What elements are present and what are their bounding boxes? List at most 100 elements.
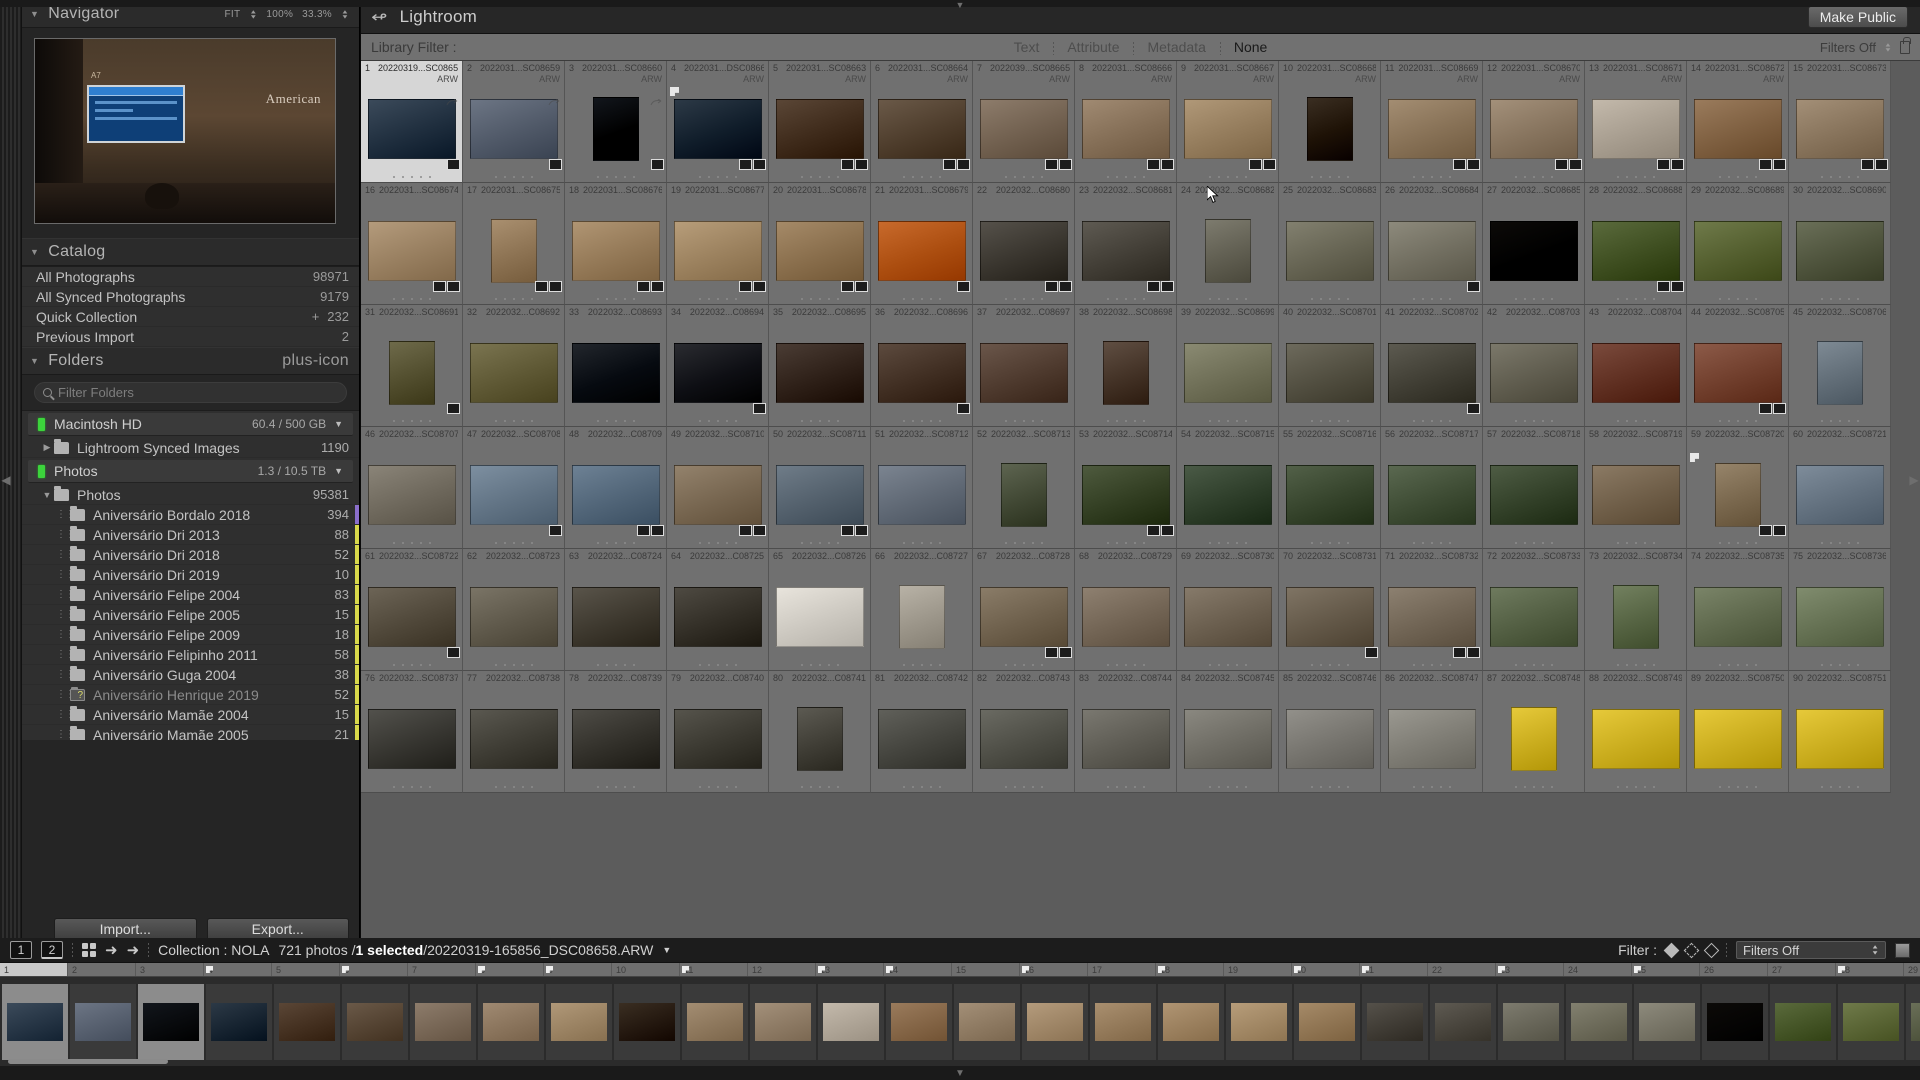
stack-badge-icon[interactable]: [1467, 281, 1480, 292]
grid-cell[interactable]: 39 2022032...SC08699: [1177, 305, 1279, 427]
filter-tab-none[interactable]: None: [1219, 39, 1281, 55]
cell-body[interactable]: [769, 573, 870, 660]
filmstrip-thumbnails[interactable]: [0, 977, 1920, 1066]
photo-thumbnail[interactable]: [979, 708, 1068, 769]
filmstrip-thumbnail[interactable]: [1367, 1002, 1423, 1041]
crop-badge-icon[interactable]: [1657, 159, 1670, 170]
stack-badge-icon[interactable]: [957, 281, 970, 292]
stack-badge-icon[interactable]: [753, 159, 766, 170]
stack-badge-icon[interactable]: [447, 647, 460, 658]
photo-thumbnail[interactable]: [979, 586, 1068, 647]
filmstrip-cell[interactable]: [274, 983, 340, 1060]
stack-badge-icon[interactable]: [549, 281, 562, 292]
flag-filled-icon[interactable]: [1663, 942, 1680, 958]
photo-thumbnail[interactable]: [1285, 220, 1374, 281]
grid-cell[interactable]: 23 2022032...SC08681: [1075, 183, 1177, 305]
filmstrip-thumbnail[interactable]: [1911, 1002, 1920, 1041]
grid-cell[interactable]: 61 2022032...SC08722: [361, 549, 463, 671]
cell-body[interactable]: [1483, 573, 1584, 660]
photo-thumbnail[interactable]: [1183, 464, 1272, 525]
navigator-100-button[interactable]: 100%: [266, 9, 293, 20]
cell-body[interactable]: [463, 695, 564, 782]
bottom-panel-collapse[interactable]: ▼: [0, 1066, 1920, 1080]
grid-cell[interactable]: 66 2022032...C08727: [871, 549, 973, 671]
flag-unflagged-icon[interactable]: [1703, 942, 1720, 958]
photo-thumbnail[interactable]: [1693, 586, 1782, 647]
drag-handle[interactable]: ⋮⋮: [56, 549, 75, 560]
cell-body[interactable]: [1177, 695, 1278, 782]
grid-cell[interactable]: 32 2022032...C08692: [463, 305, 565, 427]
cell-body[interactable]: [1585, 329, 1686, 416]
stack-badge-icon[interactable]: [1467, 403, 1480, 414]
photo-thumbnail[interactable]: [1387, 220, 1476, 281]
photo-thumbnail[interactable]: [877, 342, 966, 403]
stack-badge-icon[interactable]: [1773, 403, 1786, 414]
crop-badge-icon[interactable]: [841, 525, 854, 536]
cell-body[interactable]: [1687, 207, 1788, 294]
chevron-down-icon[interactable]: ▼: [334, 419, 343, 429]
drag-handle[interactable]: ⋮⋮: [56, 569, 75, 580]
photo-thumbnail[interactable]: [367, 586, 456, 647]
filmstrip-thumbnail[interactable]: [1163, 1002, 1219, 1041]
make-public-button[interactable]: Make Public: [1807, 5, 1908, 28]
cell-body[interactable]: [463, 329, 564, 416]
catalog-item[interactable]: Quick Collection +232: [22, 307, 359, 327]
photo-thumbnail[interactable]: [1387, 98, 1476, 159]
stack-badge-icon[interactable]: [753, 525, 766, 536]
grid-cell[interactable]: 83 2022032...C08744: [1075, 671, 1177, 793]
photo-thumbnail[interactable]: [469, 708, 558, 769]
cell-body[interactable]: [1789, 329, 1890, 416]
cell-body[interactable]: [565, 207, 666, 294]
folder-row[interactable]: ⋮⋮ Aniversário Henrique 2019 52: [22, 685, 359, 705]
cell-body[interactable]: [1687, 451, 1788, 538]
photo-thumbnail[interactable]: [1102, 340, 1149, 405]
photo-thumbnail[interactable]: [1489, 586, 1578, 647]
flag-icon[interactable]: [1690, 453, 1699, 462]
filmstrip-cell[interactable]: [1090, 983, 1156, 1060]
arrow-left-icon[interactable]: ➜: [105, 941, 118, 959]
grid-cell[interactable]: 31 2022032...SC08691: [361, 305, 463, 427]
crop-badge-icon[interactable]: [1147, 159, 1160, 170]
drag-handle[interactable]: ⋮⋮: [56, 509, 75, 520]
cell-body[interactable]: [565, 85, 666, 172]
grid-cell[interactable]: 59 2022032...SC08720: [1687, 427, 1789, 549]
stack-badge-icon[interactable]: [957, 403, 970, 414]
stack-badge-icon[interactable]: [549, 159, 562, 170]
cell-body[interactable]: [1381, 207, 1482, 294]
crop-badge-icon[interactable]: [1759, 525, 1772, 536]
grid-cell[interactable]: 20 2022031...SC08678: [769, 183, 871, 305]
photo-thumbnail[interactable]: [1387, 708, 1476, 769]
cell-body[interactable]: [973, 573, 1074, 660]
photo-thumbnail[interactable]: [367, 708, 456, 769]
filmstrip-thumbnail[interactable]: [1299, 1002, 1355, 1041]
filmstrip-thumbnail[interactable]: [1843, 1002, 1899, 1041]
zoom-stepper-icon[interactable]: ▲ ▼: [341, 9, 349, 20]
filmstrip-cell[interactable]: [1634, 983, 1700, 1060]
grid-cell[interactable]: 41 2022032...SC08702: [1381, 305, 1483, 427]
stack-badge-icon[interactable]: [1059, 281, 1072, 292]
photo-thumbnail[interactable]: [775, 98, 864, 159]
filmstrip-cell[interactable]: [2, 983, 68, 1060]
stack-badge-icon[interactable]: [855, 159, 868, 170]
filmstrip-cell[interactable]: [818, 983, 884, 1060]
filmstrip-cell[interactable]: [1838, 983, 1904, 1060]
crop-badge-icon[interactable]: [637, 281, 650, 292]
photo-thumbnail[interactable]: [1591, 342, 1680, 403]
grid-cell[interactable]: 52 2022032...SC08713: [973, 427, 1075, 549]
photo-thumbnail[interactable]: [775, 586, 864, 647]
crop-badge-icon[interactable]: [1045, 647, 1058, 658]
photo-thumbnail[interactable]: [979, 220, 1068, 281]
chevron-down-icon[interactable]: ▼: [30, 9, 39, 19]
drag-handle[interactable]: ⋮⋮: [56, 669, 75, 680]
stack-badge-icon[interactable]: [753, 281, 766, 292]
photo-thumbnail[interactable]: [367, 220, 456, 281]
photo-thumbnail[interactable]: [469, 342, 558, 403]
folder-row[interactable]: ⋮⋮ Aniversário Bordalo 2018 394: [22, 505, 359, 525]
photo-thumbnail[interactable]: [1387, 464, 1476, 525]
catalog-item[interactable]: All Synced Photographs 9179: [22, 287, 359, 307]
photo-thumbnail[interactable]: [1285, 464, 1374, 525]
chevron-down-icon[interactable]: ▼: [30, 356, 39, 366]
photo-thumbnail[interactable]: [1285, 586, 1374, 647]
stack-badge-icon[interactable]: [447, 159, 460, 170]
photo-thumbnail[interactable]: [1387, 586, 1476, 647]
